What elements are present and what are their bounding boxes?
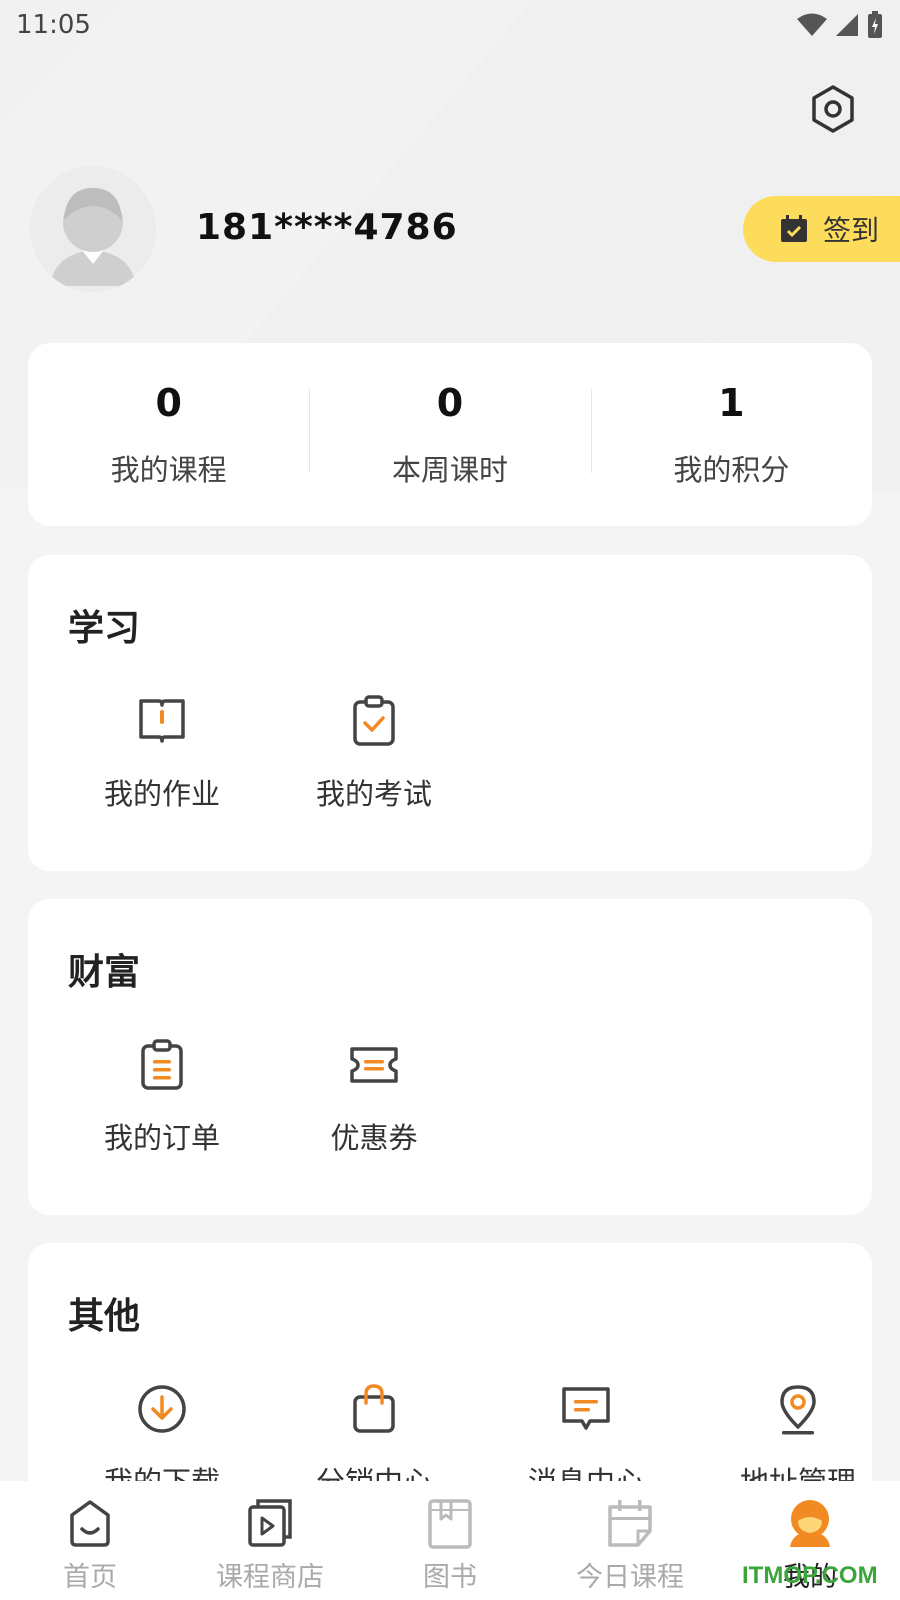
stat-value: 1 bbox=[718, 380, 745, 425]
study-section: 学习 我的作业 我的考试 bbox=[28, 555, 872, 871]
stats-card: 0 我的课程 0 本周课时 1 我的积分 bbox=[28, 343, 872, 526]
signin-button[interactable]: 签到 bbox=[743, 196, 900, 262]
status-time: 11:05 bbox=[16, 10, 91, 40]
message-icon bbox=[562, 1387, 610, 1430]
calendar-check-icon bbox=[781, 215, 807, 242]
status-bar: 11:05 bbox=[0, 0, 900, 50]
my-exam-item[interactable]: 我的考试 bbox=[268, 693, 480, 813]
settings-icon[interactable] bbox=[808, 84, 858, 134]
stat-value: 0 bbox=[155, 380, 182, 425]
stat-value: 0 bbox=[436, 380, 464, 425]
coupon-icon bbox=[350, 1047, 398, 1083]
battery-icon bbox=[868, 11, 882, 38]
download-icon bbox=[138, 1385, 186, 1433]
avatar[interactable] bbox=[30, 166, 156, 292]
wifi-icon bbox=[797, 13, 827, 36]
avatar-placeholder-icon bbox=[30, 166, 156, 292]
tab-course-store[interactable]: 课程商店 bbox=[180, 1481, 360, 1600]
signin-label: 签到 bbox=[823, 214, 880, 247]
my-homework-item[interactable]: 我的作业 bbox=[56, 693, 268, 813]
coupon-item[interactable]: 优惠券 bbox=[268, 1037, 480, 1157]
my-orders-item[interactable]: 我的订单 bbox=[56, 1037, 268, 1157]
shopping-bag-icon bbox=[353, 1384, 395, 1433]
item-label: 我的作业 bbox=[103, 777, 220, 811]
stat-my-courses[interactable]: 0 我的课程 bbox=[28, 381, 309, 489]
section-title: 其他 bbox=[68, 1296, 141, 1337]
signal-icon bbox=[836, 14, 858, 36]
tab-label: 首页 bbox=[63, 1562, 117, 1593]
stat-my-points[interactable]: 1 我的积分 bbox=[590, 380, 872, 489]
profile-icon bbox=[790, 1500, 830, 1547]
stat-label: 我的积分 bbox=[673, 452, 790, 487]
item-label: 优惠券 bbox=[330, 1121, 418, 1155]
stat-label: 本周课时 bbox=[391, 452, 508, 487]
book-icon bbox=[139, 699, 185, 743]
tab-label: 图书 bbox=[423, 1562, 477, 1593]
tab-home[interactable]: 首页 bbox=[0, 1481, 180, 1600]
book-tab-icon bbox=[428, 1499, 472, 1549]
wealth-section: 财富 我的订单 优惠券 bbox=[28, 899, 872, 1215]
item-label: 我的考试 bbox=[315, 777, 432, 811]
stat-week-hours[interactable]: 0 本周课时 bbox=[309, 381, 590, 489]
home-icon bbox=[70, 1500, 110, 1547]
system-icons bbox=[796, 11, 884, 39]
section-title: 财富 bbox=[68, 952, 141, 993]
tab-label: 课程商店 bbox=[216, 1562, 324, 1593]
tab-books[interactable]: 图书 bbox=[360, 1481, 540, 1600]
location-pin-icon bbox=[780, 1385, 816, 1435]
calendar-icon bbox=[608, 1500, 652, 1547]
video-course-icon bbox=[248, 1499, 292, 1547]
clipboard-check-icon bbox=[353, 695, 395, 746]
item-label: 我的订单 bbox=[103, 1121, 220, 1155]
section-title: 学习 bbox=[68, 608, 141, 649]
watermark: ITMOP.COM bbox=[742, 1562, 878, 1589]
user-phone: 181****4786 bbox=[196, 207, 458, 248]
order-list-icon bbox=[141, 1039, 183, 1090]
tab-today-courses[interactable]: 今日课程 bbox=[540, 1481, 720, 1600]
stat-label: 我的课程 bbox=[110, 452, 227, 487]
tab-label: 今日课程 bbox=[576, 1562, 684, 1593]
